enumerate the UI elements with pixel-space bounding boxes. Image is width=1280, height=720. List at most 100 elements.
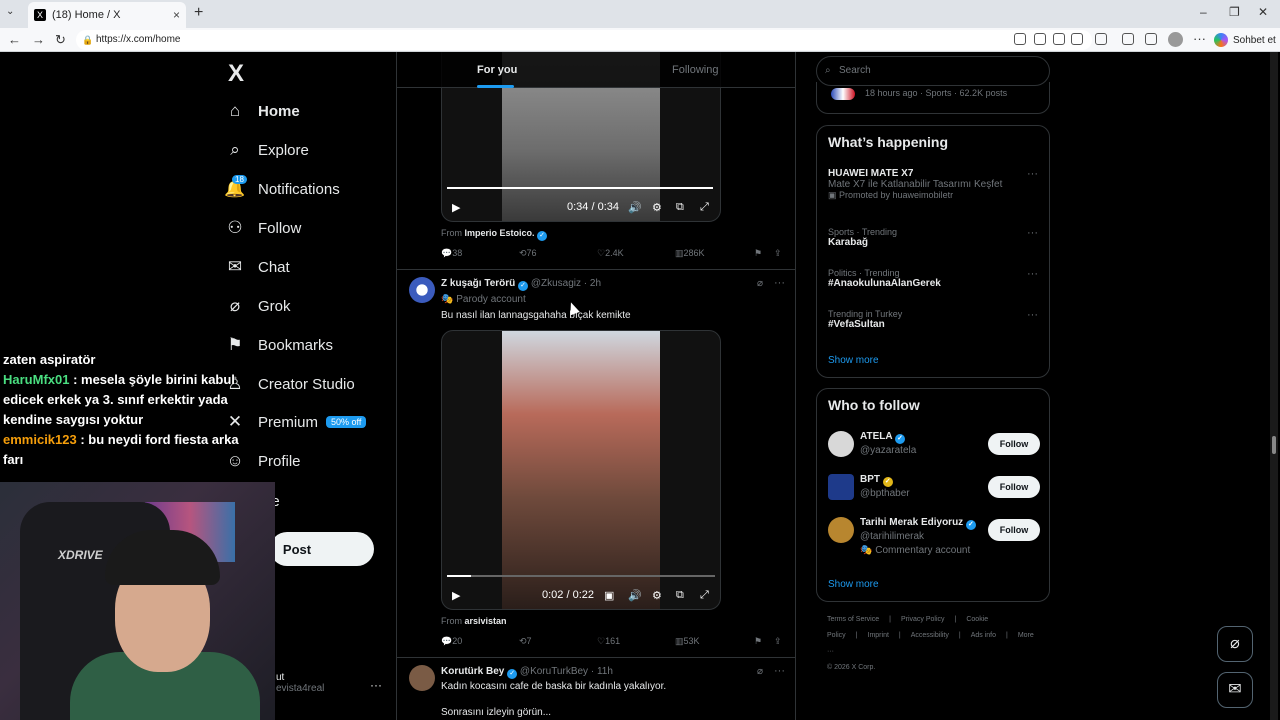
tab-list-chevron-icon[interactable]: ⌄ [6, 6, 14, 17]
bookmark-icon[interactable]: ⚑ [754, 636, 762, 647]
share-icon[interactable]: ⇪ [774, 636, 782, 647]
reply-button[interactable]: 💬 20 [441, 636, 462, 647]
browser-tab-active[interactable]: X (18) Home / X × [28, 2, 186, 28]
favorite-star-icon[interactable] [1071, 33, 1083, 45]
minimize-icon[interactable]: – [1200, 5, 1207, 19]
fullscreen-icon[interactable]: ⤢ [700, 589, 709, 602]
post-time[interactable]: · 2h [584, 278, 601, 289]
messages-fab-icon[interactable]: ✉ [1217, 672, 1253, 708]
split-view-icon[interactable] [1014, 33, 1026, 45]
settings-more-icon[interactable]: ··· [1193, 31, 1206, 46]
trend-item[interactable]: Politics · Trending #AnaokulunaAlanGerek… [828, 268, 1038, 289]
trend-more-icon[interactable]: ··· [1027, 227, 1038, 239]
follow-button[interactable]: Follow [988, 519, 1040, 541]
window-close-icon[interactable]: ✕ [1258, 5, 1268, 19]
page-scrollbar[interactable] [1270, 52, 1278, 720]
forward-arrow-icon[interactable]: → [32, 32, 45, 47]
captions-icon[interactable]: ▣ [604, 589, 614, 602]
views-button[interactable]: ▥ 53K [675, 636, 700, 647]
play-icon[interactable]: ▶ [452, 201, 460, 214]
browser-essentials-icon[interactable] [1122, 33, 1134, 45]
post-more-icon[interactable]: ··· [774, 277, 785, 289]
account-more-icon[interactable]: ··· [370, 678, 382, 692]
picture-in-picture-icon[interactable]: ⧉ [676, 589, 684, 602]
scrollbar-thumb[interactable] [1272, 436, 1276, 454]
reply-button[interactable]: 💬 38 [441, 248, 462, 259]
grok-fab-icon[interactable]: ⌀ [1217, 626, 1253, 662]
collections-icon[interactable] [1145, 33, 1157, 45]
url-field[interactable]: 🔒 https://x.com/home [76, 30, 1092, 50]
fullscreen-icon[interactable]: ⤢ [700, 201, 709, 214]
tab-following[interactable]: Following [672, 64, 718, 76]
play-icon[interactable]: ▶ [452, 589, 460, 602]
follow-button[interactable]: Follow [988, 476, 1040, 498]
grok-explain-icon[interactable]: ⌀ [757, 278, 763, 289]
trend-item[interactable]: HUAWEI MATE X7 Mate X7 ile Katlanabilir … [828, 168, 1038, 201]
follow-suggestion[interactable]: ATELA ✓ @yazaratela Follow [828, 431, 1040, 471]
post-more-icon[interactable]: ··· [774, 665, 785, 677]
post-button[interactable]: Post [270, 532, 374, 566]
like-button[interactable]: ♡ 161 [597, 636, 620, 647]
repost-button[interactable]: ⟲ 76 [519, 248, 537, 259]
video-seek-bar[interactable] [447, 575, 715, 577]
nav-item-follow[interactable]: ⚇ Follow [224, 213, 301, 243]
search-input[interactable]: ⌕ Search [816, 56, 1050, 86]
author-handle[interactable]: @Zkusagiz [531, 278, 581, 289]
tab-close-icon[interactable]: × [173, 8, 180, 22]
refresh-icon[interactable]: ↻ [55, 32, 66, 48]
read-aloud-icon[interactable] [1053, 33, 1065, 45]
account-switcher[interactable]: ut evista4real [276, 672, 324, 694]
nav-item-grok[interactable]: ⌀ Grok [224, 291, 291, 321]
volume-icon[interactable]: 🔊 [628, 201, 642, 214]
video-player[interactable]: ▶ 0:02 / 0:22 ▣ 🔊 ⚙ ⧉ ⤢ [441, 330, 721, 610]
show-more-link[interactable]: Show more [828, 355, 879, 366]
restore-icon[interactable]: ❐ [1229, 5, 1240, 19]
trend-item[interactable]: Trending in Turkey #VefaSultan ··· [828, 309, 1038, 330]
nav-item-home[interactable]: ⌂ Home [224, 96, 300, 126]
repost-button[interactable]: ⟲ 7 [519, 636, 532, 647]
author-name[interactable]: Korutürk Bey [441, 666, 504, 677]
bookmark-icon[interactable]: ⚑ [754, 248, 762, 259]
tab-for-you[interactable]: For you [477, 64, 517, 76]
footer-link[interactable]: Ads info [971, 632, 996, 639]
footer-link[interactable]: Accessibility [911, 632, 949, 639]
extensions-icon[interactable] [1095, 33, 1107, 45]
picture-in-picture-icon[interactable]: ⧉ [676, 201, 684, 214]
footer-link[interactable]: Terms of Service [827, 616, 879, 623]
views-button[interactable]: ▥ 286K [675, 248, 705, 259]
trend-more-icon[interactable]: ··· [1027, 168, 1038, 180]
x-logo-icon[interactable]: X [228, 60, 244, 88]
avatar[interactable] [828, 431, 854, 457]
follow-suggestion[interactable]: Tarihi Merak Ediyoruz ✓ @tarihilimerak 🎭… [828, 517, 1040, 557]
source-user[interactable]: Imperio Estoico. [465, 228, 535, 238]
follow-button[interactable]: Follow [988, 433, 1040, 455]
source-user[interactable]: arsivistan [465, 616, 507, 626]
nav-item-chat[interactable]: ✉ Chat [224, 252, 290, 282]
nav-item-notifications[interactable]: 🔔 18 Notifications [224, 174, 340, 204]
new-tab-icon[interactable]: + [194, 4, 203, 22]
volume-icon[interactable]: 🔊 [628, 589, 642, 602]
video-seek-bar[interactable] [447, 187, 713, 189]
nav-item-explore[interactable]: ⌕ Explore [224, 135, 309, 165]
avatar[interactable] [828, 474, 854, 500]
profile-avatar[interactable] [1168, 32, 1183, 47]
translate-icon[interactable] [1034, 33, 1046, 45]
avatar[interactable] [409, 665, 435, 691]
trend-more-icon[interactable]: ··· [1027, 268, 1038, 280]
grok-explain-icon[interactable]: ⌀ [757, 666, 763, 677]
post-time[interactable]: · 11h [591, 666, 613, 677]
author-name[interactable]: Z kuşağı Terörü [441, 278, 515, 289]
show-more-link[interactable]: Show more [828, 579, 879, 590]
avatar[interactable] [828, 517, 854, 543]
like-button[interactable]: ♡ 2.4K [597, 248, 624, 259]
follow-suggestion[interactable]: BPT ✓ @bpthaber Follow [828, 474, 1040, 514]
back-arrow-icon[interactable]: ← [8, 32, 21, 47]
settings-gear-icon[interactable]: ⚙ [652, 201, 662, 214]
footer-link[interactable]: Imprint [868, 632, 889, 639]
avatar[interactable] [409, 277, 435, 303]
copilot-button[interactable]: Sohbet et [1214, 31, 1276, 49]
author-handle[interactable]: @KoruTurkBey [520, 666, 588, 677]
share-icon[interactable]: ⇪ [774, 248, 782, 259]
trend-item[interactable]: Sports · Trending Karabağ ··· [828, 227, 1038, 248]
trending-topic-card[interactable]: 18 hours ago · Sports · 62.2K posts [816, 82, 1050, 114]
